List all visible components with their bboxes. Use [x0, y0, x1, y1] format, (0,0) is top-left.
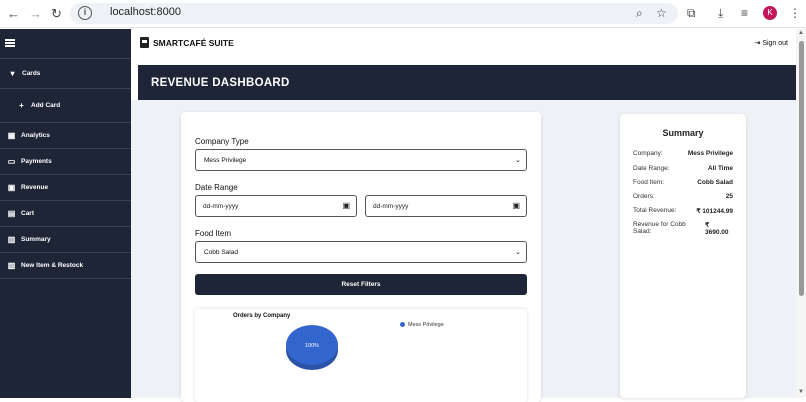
sidebar-item-label: Summary	[21, 236, 51, 243]
sign-out-button[interactable]: ⇥ Sign out	[754, 39, 788, 47]
extensions-icon[interactable]: ⧉	[687, 6, 696, 21]
summary-value: ₹ 101244.99	[696, 208, 733, 215]
sidebar-item-label: Cart	[21, 210, 35, 217]
sidebar-item-label: Add Card	[31, 102, 61, 109]
sidebar-item-label: Revenue	[21, 184, 49, 191]
summary-value: All Time	[707, 165, 733, 172]
menu-icon[interactable]: ⋮	[789, 6, 801, 20]
chevron-down-icon: ⌄	[515, 249, 521, 256]
summary-row-company: Company: Mess Privilege	[633, 150, 733, 157]
summary-label: Food Item:	[633, 179, 665, 186]
forward-icon[interactable]: →	[29, 6, 42, 21]
sidebar-item-new-item-restock[interactable]: ▧ New Item & Restock	[0, 253, 131, 279]
summary-label: Company:	[633, 150, 663, 157]
summary-card: Summary Company: Mess Privilege Date Rang…	[620, 114, 746, 398]
sidebar-item-summary[interactable]: ▥ Summary	[0, 227, 131, 253]
pie-chart: 100%	[286, 325, 338, 370]
bookmark-star-icon[interactable]: ☆	[656, 6, 667, 20]
summary-value: ₹ 3690.00	[705, 222, 729, 236]
receipt-icon: ▤	[7, 209, 16, 218]
company-type-value: Mess Privilege	[204, 157, 247, 164]
scroll-up-icon[interactable]: ▲	[798, 30, 804, 36]
sidebar-item-cart[interactable]: ▤ Cart	[0, 201, 131, 227]
calendar-icon[interactable]: ▣	[512, 201, 520, 210]
title-band: REVENUE DASHBOARD	[138, 65, 796, 100]
sidebar-item-label: Cards	[22, 70, 41, 77]
app-header: SMARTCAFÉ SUITE ⇥ Sign out	[131, 29, 796, 56]
address-bar[interactable]: i localhost:8000 ⌕ ☆	[70, 3, 678, 24]
summary-row-date-range: Date Range: All Time	[633, 165, 733, 172]
food-item-label: Food Item	[195, 229, 232, 238]
box-icon: ▧	[7, 261, 16, 270]
summary-value: 25	[725, 193, 733, 200]
sidebar-item-analytics[interactable]: ▦ Analytics	[0, 123, 131, 149]
media-icon[interactable]: ≡	[741, 6, 748, 20]
summary-row-orders: Orders: 25	[633, 193, 733, 200]
summary-value: Mess Privilege	[687, 150, 733, 157]
date-from-placeholder: dd-mm-yyyy	[203, 203, 239, 210]
summary-label: Date Range:	[633, 165, 670, 172]
date-from-input[interactable]: dd-mm-yyyy ▣	[195, 195, 357, 217]
summary-title: Summary	[662, 128, 704, 138]
page-title: REVENUE DASHBOARD	[151, 77, 290, 89]
summary-value: Cobb Salad	[697, 179, 733, 186]
credit-card-icon: ▭	[7, 157, 16, 166]
summary-label: Total Revenue:	[633, 207, 677, 214]
date-to-input[interactable]: dd-mm-yyyy ▣	[365, 195, 527, 217]
summary-label: Revenue for Cobb Salad:	[633, 221, 686, 235]
analytics-icon: ▦	[7, 131, 16, 140]
logo-icon	[140, 37, 149, 48]
site-info-icon[interactable]: i	[78, 6, 92, 20]
url-text[interactable]: localhost:8000	[110, 6, 181, 18]
sidebar-item-label: New Item & Restock	[21, 262, 84, 269]
summary-row-total-revenue: Total Revenue: ₹ 101244.99	[633, 207, 733, 215]
date-range-label: Date Range	[195, 183, 238, 192]
sidebar: ▾ Cards + Add Card ▦ Analytics ▭ Payment…	[0, 29, 131, 398]
company-type-label: Company Type	[195, 137, 249, 146]
calendar-icon[interactable]: ▣	[342, 201, 350, 210]
pie-slice-label: 100%	[305, 343, 319, 349]
orders-chart: Orders by Company Mess Privilege 100%	[195, 309, 527, 402]
summary-row-food-item: Food Item: Cobb Salad	[633, 179, 733, 186]
sidebar-item-label: Analytics	[21, 132, 50, 139]
filter-card: Company Type Mess Privilege ⌄ Date Range…	[181, 112, 541, 402]
date-to-placeholder: dd-mm-yyyy	[373, 203, 409, 210]
profile-avatar[interactable]: K	[763, 6, 777, 20]
sign-out-icon: ⇥	[754, 40, 761, 47]
summary-label: Orders:	[633, 193, 655, 200]
caret-down-icon: ▾	[10, 69, 15, 78]
sidebar-item-add-card[interactable]: + Add Card	[0, 89, 131, 123]
sidebar-item-label: Payments	[21, 158, 52, 165]
summary-row-item-revenue: Revenue for Cobb Salad: ₹ 3690.00	[633, 221, 733, 236]
brand-name: SMARTCAFÉ SUITE	[153, 38, 234, 48]
sign-out-label: Sign out	[762, 40, 788, 47]
scroll-down-icon[interactable]: ▼	[798, 389, 804, 395]
zoom-icon[interactable]: ⌕	[636, 6, 643, 21]
clipboard-icon: ▥	[7, 235, 16, 244]
download-icon[interactable]: ⤓	[718, 6, 723, 21]
chevron-down-icon: ⌄	[515, 157, 521, 164]
reset-filters-button[interactable]: Reset Filters	[195, 274, 527, 295]
money-icon: ▣	[7, 183, 16, 192]
food-item-value: Cobb Salad	[204, 249, 238, 256]
food-item-select[interactable]: Cobb Salad ⌄	[195, 241, 527, 263]
sidebar-item-cards[interactable]: ▾ Cards	[0, 59, 131, 89]
back-icon[interactable]: ←	[7, 6, 20, 21]
scrollbar-thumb[interactable]	[799, 41, 804, 296]
browser-toolbar: ← → ↻ i localhost:8000 ⌕ ☆ ⧉ ⤓ ≡ K ⋮	[0, 0, 806, 28]
sidebar-item-payments[interactable]: ▭ Payments	[0, 149, 131, 175]
plus-icon: +	[19, 101, 24, 110]
sidebar-item-revenue[interactable]: ▣ Revenue	[0, 175, 131, 201]
page-scrollbar[interactable]: ▲ ▼	[796, 29, 806, 398]
hamburger-icon[interactable]	[5, 39, 15, 47]
reload-icon[interactable]: ↻	[51, 6, 62, 22]
company-type-select[interactable]: Mess Privilege ⌄	[195, 149, 527, 171]
